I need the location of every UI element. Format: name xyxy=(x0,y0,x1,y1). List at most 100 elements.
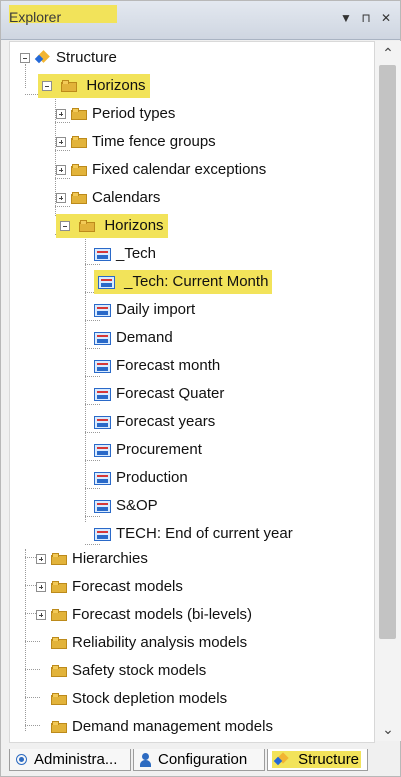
horizon-icon xyxy=(94,443,111,457)
horizon-label: _Tech xyxy=(116,245,157,262)
horizon-item-selected[interactable]: _Tech: Current Month xyxy=(94,270,273,294)
expand-icon[interactable] xyxy=(36,554,46,564)
tree-node-demand-management-models[interactable]: Demand management models xyxy=(51,715,273,739)
tree-node-label: Forecast models (bi-levels) xyxy=(72,606,253,623)
horizon-label: Forecast Quater xyxy=(116,385,225,402)
tree-node-period-types[interactable]: Period types xyxy=(56,102,175,126)
folder-icon xyxy=(61,80,78,93)
collapse-icon[interactable] xyxy=(20,53,30,63)
horizon-label: TECH: End of current year xyxy=(116,525,293,542)
tree-node-label: Horizons xyxy=(86,77,146,94)
horizon-item[interactable]: TECH: End of current year xyxy=(94,522,293,546)
scroll-up-icon[interactable]: ⌃ xyxy=(375,45,401,61)
horizon-label: Demand xyxy=(116,329,173,346)
expand-icon[interactable] xyxy=(56,137,66,147)
tree-node-label: Forecast models xyxy=(72,578,183,595)
horizon-item[interactable]: _Tech xyxy=(94,242,156,266)
horizon-icon xyxy=(94,359,111,373)
tree-node-label: Safety stock models xyxy=(72,662,207,679)
horizon-icon xyxy=(94,331,111,345)
folder-icon xyxy=(71,136,87,148)
folder-icon xyxy=(51,721,67,733)
structure-tree: Structure Horizons Period types Time fen… xyxy=(9,41,375,743)
scroll-thumb[interactable] xyxy=(379,65,396,639)
tree-node-fixed-calendar-exceptions[interactable]: Fixed calendar exceptions xyxy=(56,158,266,182)
horizon-icon xyxy=(94,387,111,401)
folder-icon xyxy=(51,553,67,565)
tree-node-time-fence-groups[interactable]: Time fence groups xyxy=(56,130,216,154)
horizon-label: Daily import xyxy=(116,301,196,318)
tree-node-label: Reliability analysis models xyxy=(72,634,248,651)
tree-node-horizons[interactable]: Horizons xyxy=(56,214,168,238)
tree-root-label: Structure xyxy=(56,49,117,66)
horizon-item[interactable]: Demand xyxy=(94,326,173,350)
tree-node-forecast-models-bilevels[interactable]: Forecast models (bi-levels) xyxy=(36,603,252,627)
tree-node-forecast-models[interactable]: Forecast models xyxy=(36,575,183,599)
folder-icon xyxy=(71,192,87,204)
tree-node-label: Period types xyxy=(92,105,176,122)
horizon-icon xyxy=(94,247,111,261)
horizon-item[interactable]: Production xyxy=(94,466,188,490)
bottom-tabs: Administra... Configuration Structure xyxy=(9,749,390,773)
collapse-icon[interactable] xyxy=(42,81,52,92)
tab-configuration[interactable]: Configuration xyxy=(133,749,265,771)
folder-icon xyxy=(51,693,67,705)
tree-node-reliability-analysis-models[interactable]: Reliability analysis models xyxy=(51,631,247,655)
collapse-icon[interactable] xyxy=(60,221,70,232)
tab-label: Configuration xyxy=(158,751,248,768)
folder-icon xyxy=(71,164,87,176)
horizon-icon xyxy=(94,527,111,541)
structure-icon xyxy=(35,50,51,66)
tree-node-safety-stock-models[interactable]: Safety stock models xyxy=(51,659,206,683)
horizon-item[interactable]: Forecast years xyxy=(94,410,215,434)
folder-icon xyxy=(79,220,96,233)
expand-icon[interactable] xyxy=(56,165,66,175)
expand-icon[interactable] xyxy=(56,193,66,203)
horizon-label: S&OP xyxy=(116,497,158,514)
panel-controls: ▼ ⊓ ✕ xyxy=(340,11,392,25)
horizon-item[interactable]: Procurement xyxy=(94,438,202,462)
highlight-horizons-parent: Horizons xyxy=(38,74,150,98)
horizon-label: Forecast month xyxy=(116,357,221,374)
horizon-icon xyxy=(94,499,111,513)
tab-administration[interactable]: Administra... xyxy=(9,749,131,771)
expand-icon[interactable] xyxy=(36,610,46,620)
tree-node-calendars[interactable]: Calendars xyxy=(56,186,160,210)
tree-node-label: Fixed calendar exceptions xyxy=(92,161,267,178)
tree-node-label: Calendars xyxy=(92,189,161,206)
tab-label: Structure xyxy=(298,750,360,768)
tab-structure[interactable]: Structure xyxy=(267,749,368,771)
user-icon xyxy=(138,752,154,768)
tree-node-label: Demand management models xyxy=(72,718,273,735)
horizon-item[interactable]: Forecast Quater xyxy=(94,382,224,406)
vertical-scrollbar[interactable]: ⌃ ⌄ xyxy=(374,41,401,741)
horizon-item[interactable]: Daily import xyxy=(94,298,195,322)
horizon-label: Production xyxy=(116,469,188,486)
horizon-icon xyxy=(98,275,115,289)
horizon-label: Procurement xyxy=(116,441,202,458)
expand-icon[interactable] xyxy=(36,582,46,592)
folder-icon xyxy=(51,665,67,677)
close-icon[interactable]: ✕ xyxy=(380,11,392,25)
tree-node-hierarchies[interactable]: Hierarchies xyxy=(36,547,148,571)
horizon-item[interactable]: S&OP xyxy=(94,494,158,518)
tree-node-label: Time fence groups xyxy=(92,133,216,150)
folder-icon xyxy=(51,609,67,621)
panel-header: Explorer ▼ ⊓ ✕ xyxy=(1,1,400,40)
highlight-horizons: Horizons xyxy=(56,214,168,238)
tree-node-stock-depletion-models[interactable]: Stock depletion models xyxy=(51,687,227,711)
highlight-selected-horizon: _Tech: Current Month xyxy=(94,270,273,294)
horizon-icon xyxy=(94,471,111,485)
active-tab-highlight: Structure xyxy=(272,750,362,769)
horizon-item[interactable]: Forecast month xyxy=(94,354,220,378)
explorer-panel: Explorer ▼ ⊓ ✕ Structure Horizons Period… xyxy=(0,0,401,777)
horizon-label: _Tech: Current Month xyxy=(124,273,269,290)
tree-node-label: Hierarchies xyxy=(72,550,148,567)
pin-icon[interactable]: ⊓ xyxy=(360,11,372,25)
admin-icon xyxy=(14,752,30,768)
dropdown-icon[interactable]: ▼ xyxy=(340,11,352,25)
tree-node-horizons-parent[interactable]: Horizons xyxy=(38,74,150,98)
tree-root[interactable]: Structure xyxy=(20,46,117,70)
expand-icon[interactable] xyxy=(56,109,66,119)
scroll-down-icon[interactable]: ⌄ xyxy=(375,721,401,737)
